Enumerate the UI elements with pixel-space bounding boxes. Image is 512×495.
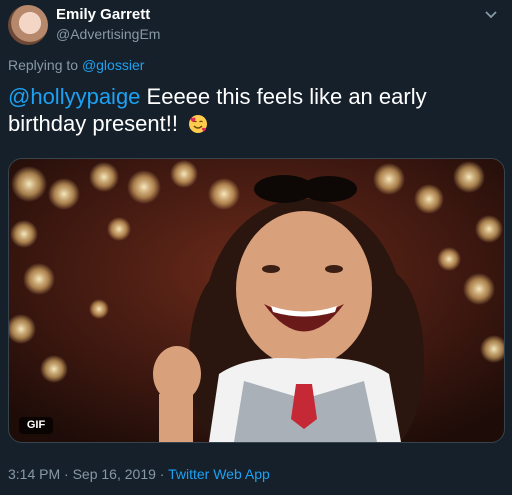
footer-separator-2: · — [159, 466, 165, 482]
tweet-time[interactable]: 3:14 PM — [8, 466, 60, 482]
reply-target-link[interactable]: @glossier — [82, 57, 144, 73]
tweet-text: @hollyypaige Eeeee this feels like an ea… — [8, 83, 498, 137]
tweet: Emily Garrett @AdvertisingEm Replying to… — [0, 0, 512, 495]
author-name[interactable]: Emily Garrett — [56, 6, 150, 23]
chevron-down-icon[interactable] — [484, 8, 498, 22]
replying-to: Replying to @glossier — [8, 57, 144, 73]
mention-link[interactable]: @hollyypaige — [8, 84, 140, 109]
smiling-face-with-hearts-icon — [189, 115, 208, 133]
tweet-footer: 3:14 PM · Sep 16, 2019 · Twitter Web App — [8, 466, 270, 482]
gif-media[interactable]: GIF — [8, 158, 505, 443]
gif-frame — [9, 159, 504, 442]
footer-separator: · — [64, 466, 69, 482]
tweet-date[interactable]: Sep 16, 2019 — [73, 466, 156, 482]
gif-badge: GIF — [19, 417, 53, 434]
avatar[interactable] — [8, 5, 48, 45]
author-handle[interactable]: @AdvertisingEm — [56, 26, 160, 42]
replying-to-label: Replying to — [8, 57, 79, 73]
tweet-source-link[interactable]: Twitter Web App — [168, 466, 270, 482]
